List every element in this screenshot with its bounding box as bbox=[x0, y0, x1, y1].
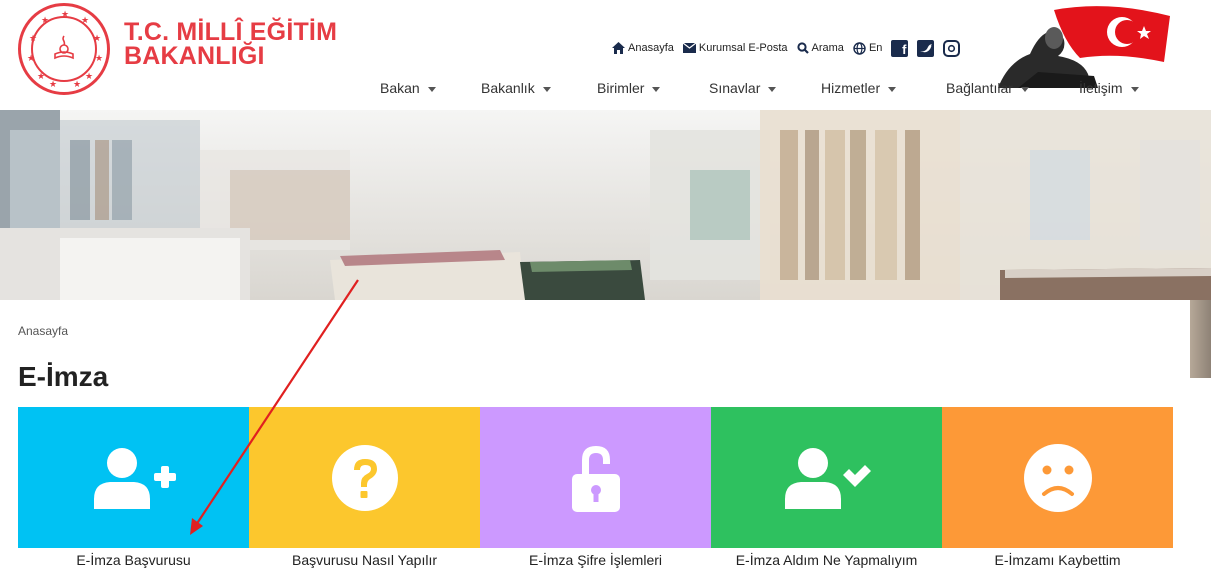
ministry-name[interactable]: T.C. MİLLÎ EĞİTİM BAKANLIĞI bbox=[124, 18, 338, 70]
top-link-search-label: Arama bbox=[811, 42, 844, 54]
nav-item-label: Hizmetler bbox=[821, 80, 881, 96]
caret-down-icon bbox=[427, 86, 436, 92]
question-icon bbox=[331, 444, 398, 511]
nav-item-bakanlik[interactable]: Bakanlık bbox=[481, 74, 597, 102]
ministry-logo[interactable]: ★ ★ ★ ★ ★ ★ ★ ★ ★ ★ ★ bbox=[18, 3, 110, 95]
caret-down-icon bbox=[652, 86, 661, 92]
nav-item-hizmetler[interactable]: Hizmetler bbox=[821, 74, 946, 102]
search-icon bbox=[796, 42, 809, 54]
tile-basvurusu-nasil-yapilir[interactable] bbox=[249, 407, 480, 548]
nav-item-iletisim[interactable]: İletişim bbox=[1079, 74, 1169, 102]
library-banner-image bbox=[0, 110, 1211, 300]
nav-item-baglantilar[interactable]: Bağlantılar bbox=[946, 74, 1079, 102]
site-header: ★ ★ ★ ★ ★ ★ ★ ★ ★ ★ ★ T.C. MİLLÎ EĞİTİM … bbox=[0, 0, 1211, 108]
tile-aldim-ne-yapmaliyim[interactable] bbox=[711, 407, 942, 548]
banner-edge bbox=[1190, 300, 1211, 378]
sad-face-icon bbox=[1023, 443, 1092, 512]
unlock-icon bbox=[571, 445, 620, 512]
caret-down-icon bbox=[1130, 86, 1139, 92]
add-user-icon bbox=[93, 447, 176, 509]
top-link-search[interactable]: Arama bbox=[796, 42, 844, 54]
breadcrumb[interactable]: Anasayfa bbox=[18, 324, 68, 338]
tile-sifre-islemleri[interactable] bbox=[480, 407, 711, 548]
top-link-home[interactable]: Anasayfa bbox=[612, 42, 674, 54]
top-link-email[interactable]: Kurumsal E-Posta bbox=[682, 42, 788, 54]
tile-label-imzami-kaybettim[interactable]: E-İmzamı Kaybettim bbox=[942, 549, 1173, 571]
tile-e-imza-basvurusu[interactable] bbox=[18, 407, 249, 548]
nav-item-label: Bakanlık bbox=[481, 80, 535, 96]
nav-item-label: Bakan bbox=[380, 80, 420, 96]
nav-item-bakan[interactable]: Bakan bbox=[380, 74, 481, 102]
caret-down-icon bbox=[542, 86, 551, 92]
tile-label-aldim-ne-yapmaliyim[interactable]: E-İmza Aldım Ne Yapmalıyım bbox=[711, 549, 942, 571]
ministry-name-line1: T.C. MİLLÎ EĞİTİM bbox=[124, 18, 338, 46]
top-links-bar: Anasayfa Kurumsal E-Posta Arama En f bbox=[612, 36, 969, 60]
caret-down-icon bbox=[888, 86, 897, 92]
top-link-home-label: Anasayfa bbox=[628, 42, 674, 54]
globe-icon bbox=[853, 41, 866, 55]
nav-item-birimler[interactable]: Birimler bbox=[597, 74, 709, 102]
instagram-icon[interactable] bbox=[943, 39, 961, 57]
torch-book-icon bbox=[54, 35, 74, 60]
top-link-email-label: Kurumsal E-Posta bbox=[698, 42, 788, 54]
service-tiles bbox=[18, 407, 1173, 548]
main-navigation: Bakan Bakanlık Birimler Sınavlar Hizmetl… bbox=[370, 74, 1169, 102]
library-photo bbox=[0, 110, 1211, 300]
nav-item-label: İletişim bbox=[1079, 80, 1123, 96]
facebook-icon[interactable]: f bbox=[891, 39, 909, 57]
ministry-name-line2: BAKANLIĞI bbox=[124, 42, 265, 70]
nav-item-label: Birimler bbox=[597, 80, 645, 96]
tile-label-sifre-islemleri[interactable]: E-İmza Şifre İşlemleri bbox=[480, 549, 711, 571]
caret-down-icon bbox=[1020, 86, 1029, 92]
envelope-icon bbox=[682, 43, 696, 53]
top-link-english[interactable]: En bbox=[853, 41, 883, 55]
user-check-icon bbox=[784, 447, 871, 509]
top-link-english-label: En bbox=[868, 42, 883, 54]
twitter-icon[interactable] bbox=[917, 39, 935, 57]
caret-down-icon bbox=[768, 86, 777, 92]
home-icon bbox=[612, 42, 625, 54]
nav-item-label: Sınavlar bbox=[709, 80, 761, 96]
nav-item-sinavlar[interactable]: Sınavlar bbox=[709, 74, 821, 102]
page-title: E-İmza bbox=[18, 361, 109, 392]
social-links: f bbox=[891, 39, 969, 57]
tile-label-basvurusu-nasil-yapilir[interactable]: Başvurusu Nasıl Yapılır bbox=[249, 549, 480, 571]
tile-imzami-kaybettim[interactable] bbox=[942, 407, 1173, 548]
nav-item-label: Bağlantılar bbox=[946, 80, 1013, 96]
tile-label-e-imza-basvurusu[interactable]: E-İmza Başvurusu bbox=[18, 549, 249, 571]
service-tile-labels: E-İmza Başvurusu Başvurusu Nasıl Yapılır… bbox=[18, 549, 1173, 571]
